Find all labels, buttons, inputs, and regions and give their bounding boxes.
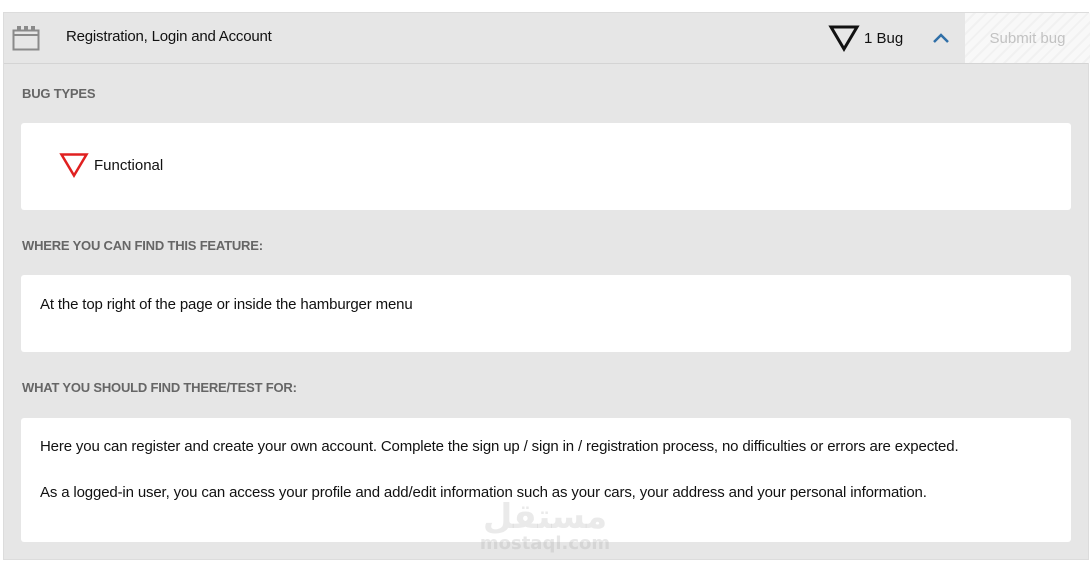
submit-bug-button[interactable]: Submit bug [965, 13, 1090, 63]
bug-types-heading: BUG TYPES [22, 86, 96, 101]
feature-panel: Registration, Login and Account 1 Bug Su… [3, 12, 1090, 560]
bug-types-card: Functional [21, 123, 1071, 210]
bug-type-label: Functional [94, 156, 164, 174]
bug-count: 1 Bug [828, 23, 903, 53]
calendar-icon [12, 26, 40, 51]
feature-title: Registration, Login and Account [66, 28, 272, 45]
chevron-up-icon[interactable] [930, 27, 952, 49]
location-text: At the top right of the page or inside t… [40, 296, 413, 313]
feature-header[interactable]: Registration, Login and Account 1 Bug Su… [4, 13, 1090, 64]
triangle-down-icon [828, 25, 860, 52]
test-for-heading: WHAT YOU SHOULD FIND THERE/TEST FOR: [22, 380, 297, 395]
test-for-paragraph-1: Here you can register and create your ow… [40, 438, 959, 455]
test-for-paragraph-2: As a logged-in user, you can access your… [40, 484, 927, 501]
location-card: At the top right of the page or inside t… [21, 275, 1071, 352]
test-for-card: Here you can register and create your ow… [21, 418, 1071, 542]
bug-type-item: Functional [59, 152, 163, 178]
triangle-down-icon [59, 153, 89, 178]
location-heading: WHERE YOU CAN FIND THIS FEATURE: [22, 238, 263, 253]
bug-count-label: 1 Bug [864, 29, 904, 47]
